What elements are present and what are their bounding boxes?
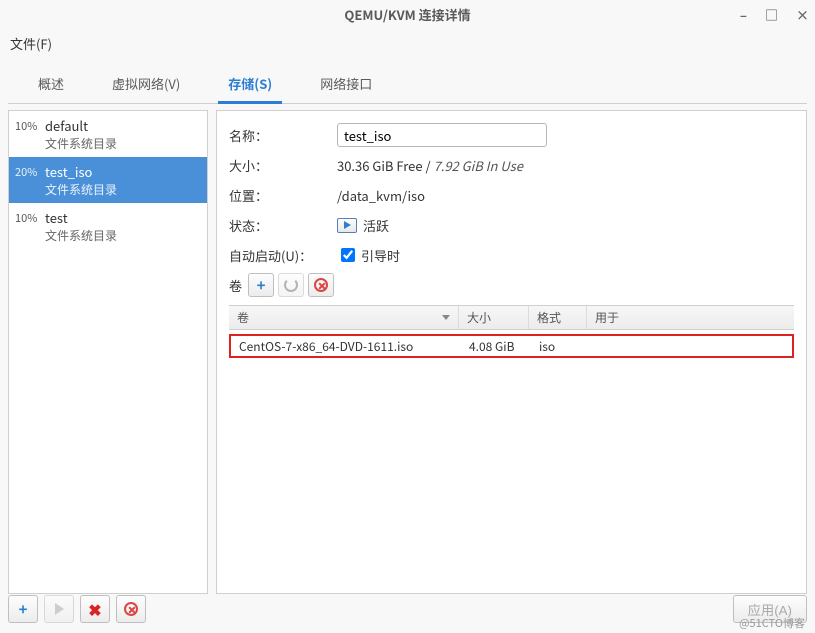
pool-type: 文件系统目录: [45, 135, 117, 152]
titlebar: QEMU/KVM 连接详情 – □ ×: [0, 0, 815, 30]
refresh-volumes-button[interactable]: [278, 273, 304, 297]
pool-usage-pct: 10%: [15, 208, 45, 226]
location-value: /data_kvm/iso: [337, 186, 425, 205]
col-format[interactable]: 格式: [529, 306, 587, 329]
play-icon: [55, 603, 64, 615]
size-free: 30.36 GiB Free /: [337, 156, 434, 175]
delete-icon: [124, 602, 138, 616]
close-button[interactable]: ×: [796, 0, 809, 30]
col-volume[interactable]: 卷: [229, 306, 459, 329]
watermark: @51CTO博客: [739, 615, 805, 631]
col-usedby[interactable]: 用于: [587, 306, 794, 329]
volumes-table: 卷 大小 格式 用于 CentOS-7-x86_64-DVD-1611.iso …: [229, 305, 794, 358]
pool-name: test: [45, 208, 117, 227]
bottom-toolbar: + ✖ 应用(A): [8, 591, 807, 627]
label-location: 位置：: [229, 186, 337, 205]
label-state: 状态：: [229, 216, 337, 235]
volume-format: iso: [531, 338, 589, 355]
volume-name: CentOS-7-x86_64-DVD-1611.iso: [231, 338, 461, 355]
tab-virtual-network[interactable]: 虚拟网络(V): [102, 68, 190, 104]
volume-row[interactable]: CentOS-7-x86_64-DVD-1611.iso 4.08 GiB is…: [229, 334, 794, 358]
autostart-checkbox[interactable]: [341, 248, 355, 262]
stop-pool-button[interactable]: ✖: [80, 595, 110, 623]
maximize-button[interactable]: □: [765, 0, 778, 30]
delete-volume-button[interactable]: [308, 273, 334, 297]
tab-bar: 概述 虚拟网络(V) 存储(S) 网络接口: [8, 58, 807, 104]
pool-type: 文件系统目录: [45, 181, 117, 198]
minimize-button[interactable]: –: [740, 0, 747, 30]
label-volumes: 卷: [229, 276, 242, 295]
file-menu[interactable]: 文件(F): [10, 34, 52, 53]
autostart-label: 引导时: [361, 246, 400, 265]
start-pool-button[interactable]: [44, 595, 74, 623]
menubar: 文件(F): [0, 30, 815, 56]
delete-pool-button[interactable]: [116, 595, 146, 623]
pool-name: default: [45, 116, 117, 135]
state-value: 活跃: [363, 216, 389, 235]
tab-storage[interactable]: 存储(S): [218, 68, 282, 104]
storage-pool-list[interactable]: 10% default 文件系统目录 20% test_iso 文件系统目录 1…: [8, 110, 208, 594]
label-name: 名称：: [229, 126, 337, 145]
pool-item-test-iso[interactable]: 20% test_iso 文件系统目录: [9, 157, 207, 203]
refresh-icon: [284, 278, 298, 292]
plus-icon: +: [257, 278, 266, 293]
tab-network-interface[interactable]: 网络接口: [310, 68, 382, 104]
volumes-header-row: 卷 大小 格式 用于: [229, 306, 794, 330]
label-size: 大小：: [229, 156, 337, 175]
x-icon: ✖: [88, 597, 101, 621]
state-active-icon: [337, 218, 357, 233]
label-autostart: 自动启动(U)：: [229, 246, 337, 265]
pool-usage-pct: 20%: [15, 162, 45, 180]
window-title: QEMU/KVM 连接详情: [344, 5, 470, 24]
sort-indicator-icon: [442, 315, 450, 320]
pool-name-input[interactable]: [337, 123, 547, 147]
size-used: 7.92 GiB In Use: [434, 156, 523, 175]
pool-details: 名称： 大小： 30.36 GiB Free / 7.92 GiB In Use…: [216, 110, 807, 594]
delete-icon: [314, 278, 328, 292]
col-size[interactable]: 大小: [459, 306, 529, 329]
pool-item-default[interactable]: 10% default 文件系统目录: [9, 111, 207, 157]
tab-overview[interactable]: 概述: [28, 68, 74, 104]
plus-icon: +: [19, 602, 28, 617]
pool-usage-pct: 10%: [15, 116, 45, 134]
add-volume-button[interactable]: +: [248, 273, 274, 297]
pool-item-test[interactable]: 10% test 文件系统目录: [9, 203, 207, 249]
pool-type: 文件系统目录: [45, 227, 117, 244]
pool-name: test_iso: [45, 162, 117, 181]
add-pool-button[interactable]: +: [8, 595, 38, 623]
volume-size: 4.08 GiB: [461, 338, 531, 355]
